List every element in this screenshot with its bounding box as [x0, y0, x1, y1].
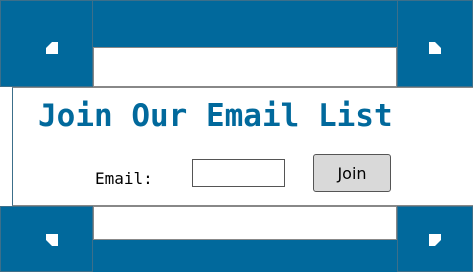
top-band [93, 0, 397, 47]
corner-arrow-icon [428, 233, 442, 247]
corner-arrow-icon [45, 233, 59, 247]
join-button[interactable]: Join [313, 154, 391, 192]
email-signup-frame: Join Our Email List Email: Join [0, 0, 473, 272]
top-strip [93, 47, 397, 87]
bottom-band [93, 240, 397, 272]
corner-arrow-icon [428, 41, 442, 55]
page-title: Join Our Email List [38, 98, 393, 134]
email-field[interactable] [192, 159, 285, 187]
email-label: Email: [95, 169, 153, 188]
corner-arrow-icon [45, 41, 59, 55]
bottom-strip [93, 206, 397, 240]
